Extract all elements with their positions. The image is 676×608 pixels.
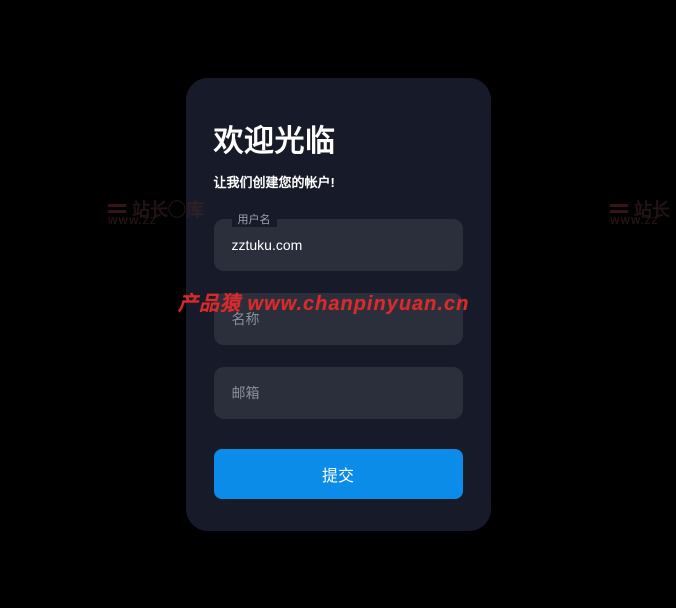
card-subtitle: 让我们创建您的帐户! [214, 172, 463, 191]
watermark-left-url: WWW.ZZ [108, 216, 157, 227]
name-input[interactable] [214, 293, 463, 345]
email-input[interactable] [214, 367, 463, 419]
username-label: 用户名 [232, 211, 277, 227]
card-title: 欢迎光临 [214, 116, 463, 160]
signup-card: 欢迎光临 让我们创建您的帐户! 用户名 提交 [186, 78, 491, 531]
submit-button[interactable]: 提交 [214, 449, 463, 499]
name-field-wrapper [214, 293, 463, 345]
username-field-wrapper: 用户名 [214, 219, 463, 271]
watermark-right-url: WWW.ZZ [610, 216, 659, 227]
watermark-right: 站长 [610, 196, 670, 222]
email-field-wrapper [214, 367, 463, 419]
